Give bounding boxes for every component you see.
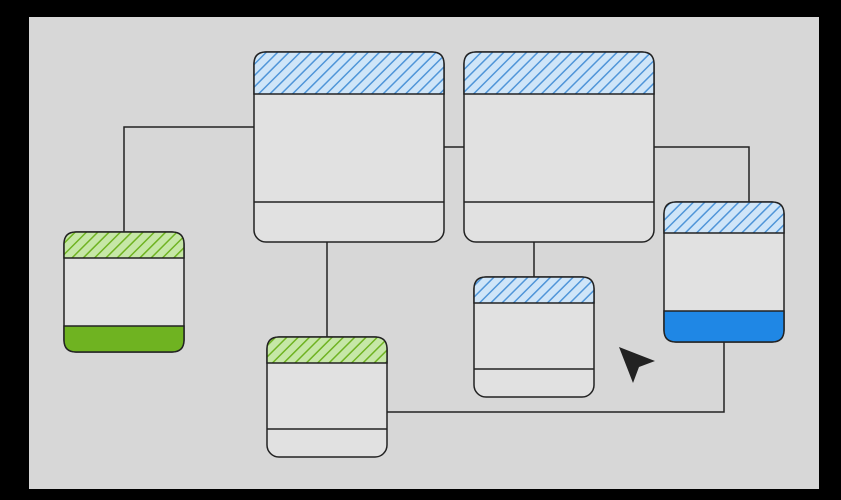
node-header[interactable] <box>464 52 654 94</box>
node-C[interactable] <box>464 52 654 242</box>
node-header[interactable] <box>474 277 594 303</box>
node-footer[interactable] <box>664 311 784 342</box>
cursor-icon <box>619 347 655 383</box>
nodes-layer <box>64 52 784 457</box>
node-A[interactable] <box>64 232 184 352</box>
edge-C-F <box>654 147 749 202</box>
node-E[interactable] <box>474 277 594 397</box>
node-header[interactable] <box>267 337 387 363</box>
diagram-canvas[interactable] <box>26 14 822 492</box>
node-F[interactable] <box>664 202 784 342</box>
node-header[interactable] <box>254 52 444 94</box>
node-D[interactable] <box>267 337 387 457</box>
node-header[interactable] <box>64 232 184 258</box>
node-header[interactable] <box>664 202 784 233</box>
node-footer[interactable] <box>64 326 184 352</box>
edge-A-B <box>124 127 254 232</box>
cursor-layer <box>619 347 655 383</box>
node-B[interactable] <box>254 52 444 242</box>
